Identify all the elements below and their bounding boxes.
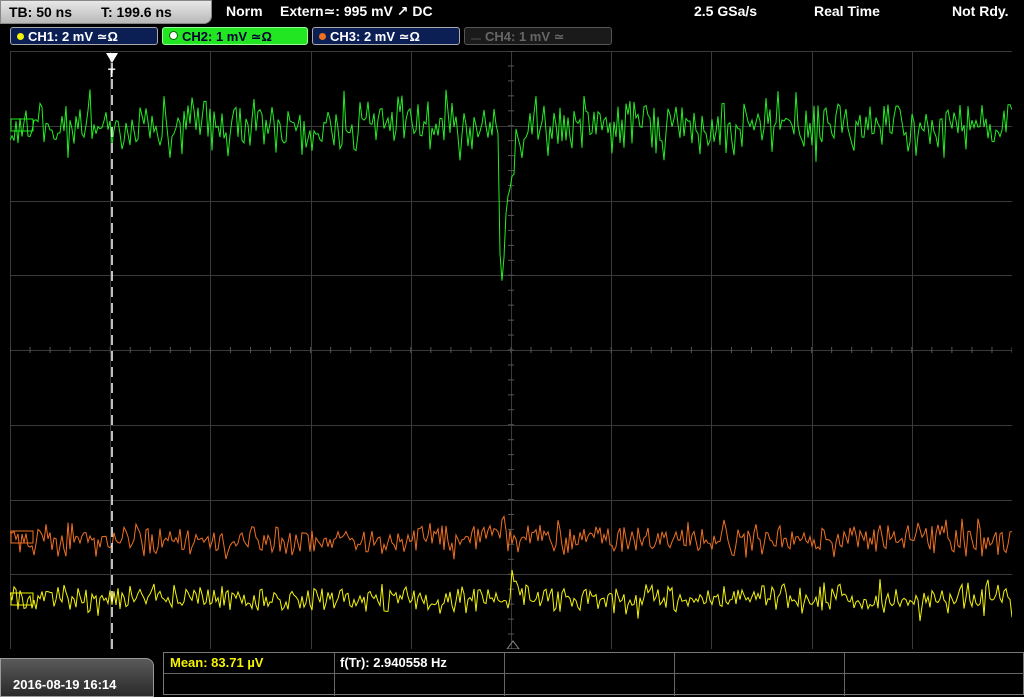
channel-2-dot-icon	[169, 31, 178, 40]
measurement-divider	[844, 653, 845, 696]
measurement-panel[interactable]: Mean: 83.71 µV f(Tr): 2.940558 Hz	[163, 652, 1024, 696]
measurement-divider	[504, 653, 505, 696]
trigger-marker-label: T	[108, 66, 116, 80]
channel-3-tab[interactable]: CH3: 2 mV ≃Ω	[312, 27, 460, 45]
trigger-source-label[interactable]: Extern≃: 995 mV ↗ DC	[280, 3, 433, 20]
frequency-measurement: f(Tr): 2.940558 Hz	[340, 655, 447, 670]
channel-1-label: CH1: 2 mV ≃Ω	[28, 29, 118, 44]
datetime-label: 2016-08-19 16:14	[13, 677, 117, 692]
mean-measurement: Mean: 83.71 µV	[170, 655, 264, 670]
measurement-divider	[674, 653, 675, 696]
trigger-mode-label[interactable]: Norm	[226, 3, 263, 19]
waveform-svg[interactable]: T	[9, 50, 1013, 650]
channel-3-label: CH3: 2 mV ≃Ω	[330, 29, 420, 44]
channel-2-tab[interactable]: CH2: 1 mV ≃Ω	[162, 27, 308, 45]
channel-4-tab[interactable]: CH4: 1 mV ≃	[464, 27, 612, 45]
waveform-display[interactable]: T	[9, 50, 1013, 654]
bottom-bar: 2016-08-19 16:14 Mean: 83.71 µV f(Tr): 2…	[0, 652, 1024, 697]
datetime-panel[interactable]: 2016-08-19 16:14	[0, 658, 154, 697]
channel-1-tab[interactable]: CH1: 2 mV ≃Ω	[10, 27, 158, 45]
channel-1-dot-icon	[17, 33, 24, 40]
status-label: Not Rdy.	[952, 3, 1009, 19]
top-status-bar: TB: 50 ns T: 199.6 ns Norm Extern≃: 995 …	[0, 0, 1024, 24]
channel-3-dot-icon	[319, 33, 326, 40]
channel-4-off-icon	[471, 38, 481, 40]
measurement-row-divider	[164, 673, 1024, 674]
measurement-divider	[334, 653, 335, 696]
sample-rate-label[interactable]: 2.5 GSa/s	[694, 3, 757, 19]
acquisition-mode-label[interactable]: Real Time	[814, 3, 880, 19]
timebase-label: TB: 50 ns	[9, 4, 73, 20]
channel-bar: CH1: 2 mV ≃Ω CH2: 1 mV ≃Ω CH3: 2 mV ≃Ω C…	[0, 26, 1024, 48]
channel-2-label: CH2: 1 mV ≃Ω	[182, 29, 272, 44]
channel-4-label: CH4: 1 mV ≃	[485, 29, 565, 44]
timebase-panel[interactable]: TB: 50 ns T: 199.6 ns	[0, 0, 212, 24]
trigger-time-label: T: 199.6 ns	[101, 4, 172, 20]
